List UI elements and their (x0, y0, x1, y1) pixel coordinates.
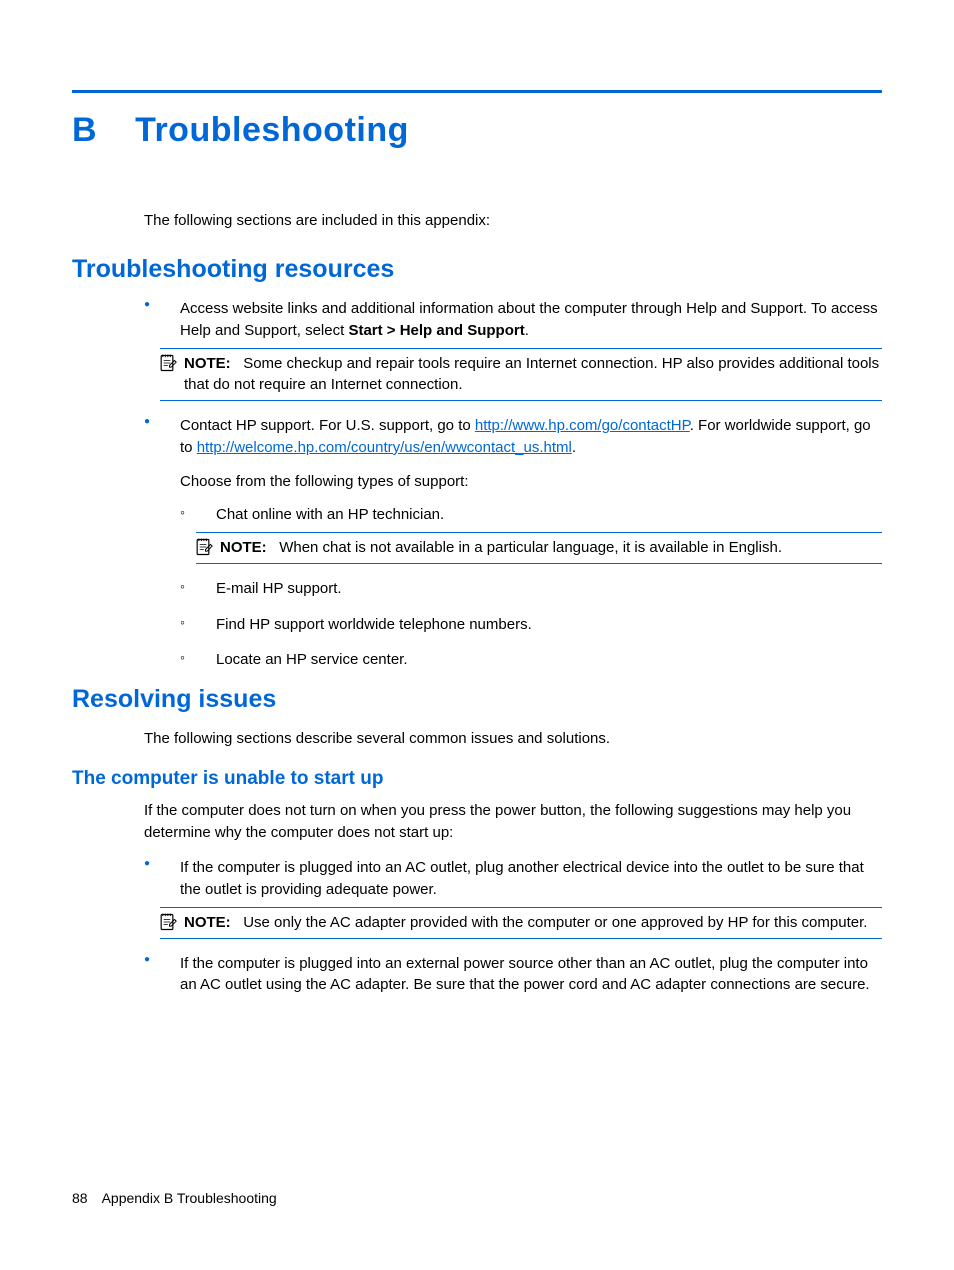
note-label: NOTE: (184, 914, 231, 931)
body-text: E-mail HP support. (216, 580, 342, 597)
body-text: Find HP support worldwide telephone numb… (216, 616, 532, 633)
appendix-title: B Troubleshooting (72, 111, 882, 150)
note-box: NOTE: When chat is not available in a pa… (196, 532, 882, 564)
list-item: Find HP support worldwide telephone numb… (180, 614, 882, 636)
note-icon (156, 353, 178, 373)
body-text: Choose from the following types of suppo… (180, 471, 882, 493)
list-item: Locate an HP service center. (180, 649, 882, 671)
appendix-intro: The following sections are included in t… (144, 210, 882, 231)
note-label: NOTE: (220, 539, 267, 556)
body-text: Contact HP support. For U.S. support, go… (180, 417, 475, 434)
note-box: NOTE: Some checkup and repair tools requ… (160, 348, 882, 402)
note-icon (156, 912, 178, 932)
link-wwcontact[interactable]: http://welcome.hp.com/country/us/en/wwco… (197, 439, 572, 456)
link-contact-hp[interactable]: http://www.hp.com/go/contactHP (475, 417, 690, 434)
page-number: 88 (72, 1190, 88, 1206)
section-troubleshooting-resources: Troubleshooting resources (72, 255, 882, 284)
body-text: Locate an HP service center. (216, 651, 408, 668)
body-text: If the computer is plugged into an AC ou… (180, 859, 864, 898)
note-text: Use only the AC adapter provided with th… (243, 914, 867, 931)
menu-path: Start > Help and Support (348, 322, 524, 339)
note-text: When chat is not available in a particul… (279, 539, 782, 556)
page-footer: 88 Appendix B Troubleshooting (72, 1190, 277, 1206)
note-text: Some checkup and repair tools require an… (184, 355, 879, 394)
top-rule (72, 90, 882, 93)
body-text: The following sections describe several … (144, 728, 882, 750)
list-item: E-mail HP support. (180, 578, 882, 600)
body-text: If the computer does not turn on when yo… (144, 800, 882, 844)
footer-text: Appendix B Troubleshooting (102, 1190, 277, 1206)
body-text: Chat online with an HP technician. (216, 506, 444, 523)
subsection-unable-to-start: The computer is unable to start up (72, 768, 882, 790)
body-text: . (572, 439, 576, 456)
list-item: Chat online with an HP technician. NOTE:… (180, 504, 882, 564)
note-icon (192, 537, 214, 557)
list-item: Contact HP support. For U.S. support, go… (144, 415, 882, 671)
appendix-text: Troubleshooting (135, 111, 409, 149)
section-resolving-issues: Resolving issues (72, 685, 882, 714)
body-text: If the computer is plugged into an exter… (180, 955, 870, 994)
body-text: . (525, 322, 529, 339)
note-label: NOTE: (184, 355, 231, 372)
list-item: If the computer is plugged into an exter… (144, 953, 882, 997)
appendix-letter: B (72, 111, 97, 150)
list-item: Access website links and additional info… (144, 298, 882, 401)
list-item: If the computer is plugged into an AC ou… (144, 857, 882, 938)
note-box: NOTE: Use only the AC adapter provided w… (160, 907, 882, 939)
